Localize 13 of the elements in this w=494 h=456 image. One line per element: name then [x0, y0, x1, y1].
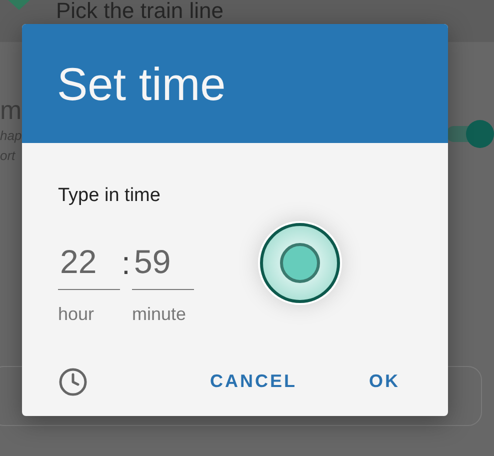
minute-field[interactable]: 59 — [132, 235, 194, 290]
ok-button[interactable]: OK — [365, 365, 404, 398]
field-label: hour — [58, 304, 96, 325]
toggle-switch[interactable] — [446, 120, 494, 148]
prompt-text: Type in time — [58, 185, 162, 207]
diamond-icon — [8, 0, 30, 10]
radio-knob[interactable] — [260, 223, 340, 303]
cancel-button[interactable]: CANCEL — [206, 365, 301, 398]
separator: : — [120, 245, 132, 282]
field-label: minute — [132, 304, 188, 325]
clock-icon[interactable] — [58, 366, 88, 396]
hour-field[interactable]: 22 — [58, 235, 120, 290]
dialog-title: Set time — [57, 56, 226, 110]
